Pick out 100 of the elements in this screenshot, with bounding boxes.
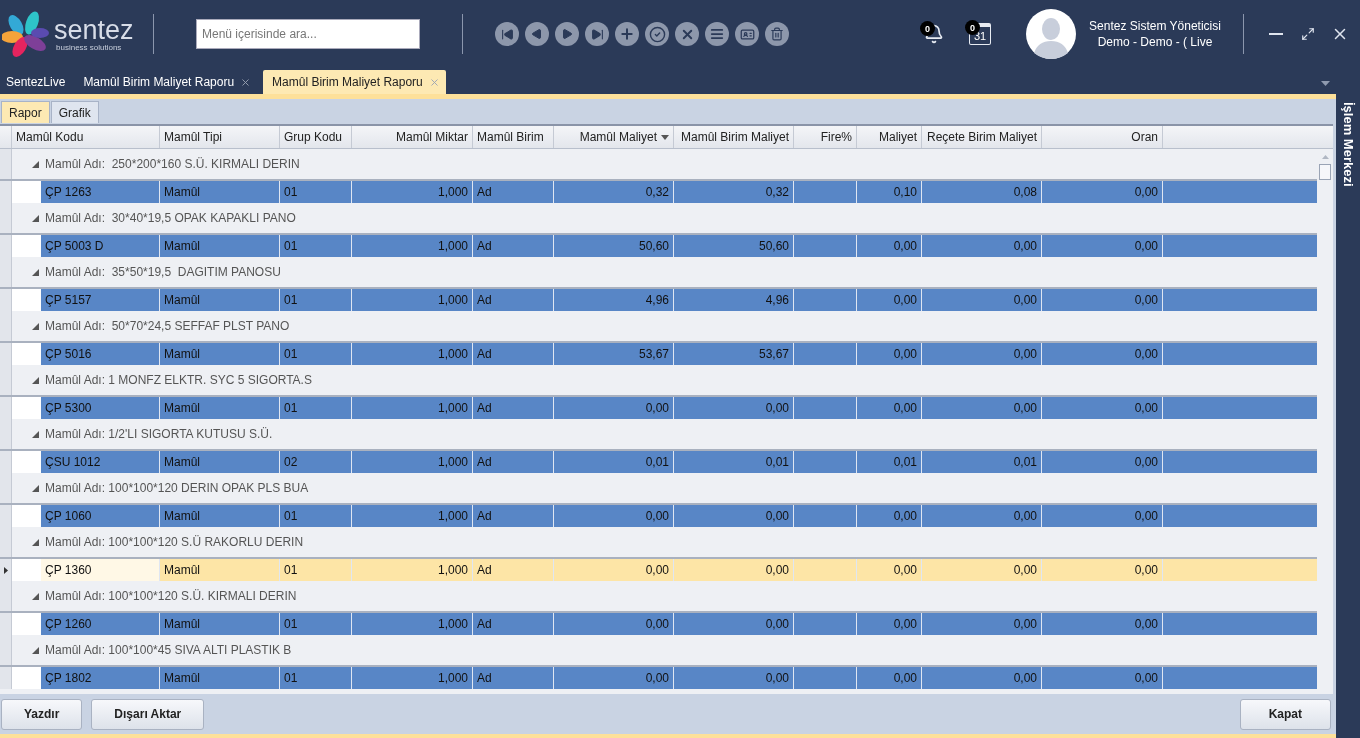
table-cell: ÇP 1260 xyxy=(41,613,160,635)
skip-forward-icon xyxy=(590,27,604,41)
collapse-icon[interactable] xyxy=(32,592,39,600)
table-cell: 50,60 xyxy=(674,235,794,257)
logo-tagline: business solutions xyxy=(56,42,123,52)
table-cell: 1,000 xyxy=(352,343,473,365)
table-cell: Ad xyxy=(473,667,554,689)
group-label: Mamûl Adı: 1/2'LI SIGORTA KUTUSU S.Ü. xyxy=(45,427,273,441)
row-indent xyxy=(12,451,41,473)
table-cell: 1,000 xyxy=(352,235,473,257)
view-tab[interactable]: Grafik xyxy=(50,101,99,123)
document-tab[interactable]: Mamûl Birim Maliyet Raporu xyxy=(77,70,258,94)
table-cell: 0,00 xyxy=(922,235,1042,257)
table-cell: Mamûl xyxy=(160,559,280,581)
column-header[interactable]: Mamûl Miktar xyxy=(352,126,473,148)
avatar-icon[interactable] xyxy=(1026,9,1076,59)
table-cell: 02 xyxy=(280,451,352,473)
table-cell: 0,00 xyxy=(857,667,922,689)
table-cell: 0,00 xyxy=(554,613,674,635)
column-header[interactable]: Mamûl Kodu xyxy=(12,126,160,148)
table-cell: 0,00 xyxy=(922,343,1042,365)
table-cell: 0,00 xyxy=(1042,181,1163,203)
collapse-icon[interactable] xyxy=(32,376,39,384)
column-header[interactable]: Mamûl Birim xyxy=(473,126,554,148)
search-field[interactable]: Menü içerisinde ara... xyxy=(196,19,420,49)
dropdown-icon[interactable] xyxy=(1321,81,1330,86)
collapse-icon[interactable] xyxy=(32,214,39,222)
table-cell: 0,00 xyxy=(554,559,674,581)
user-name: Sentez Sistem Yöneticisi xyxy=(1089,19,1221,33)
collapse-icon[interactable] xyxy=(32,538,39,546)
column-header[interactable]: Mamûl Maliyet xyxy=(554,126,674,148)
collapse-icon[interactable] xyxy=(32,430,39,438)
table-cell: 0,00 xyxy=(857,235,922,257)
play-icon xyxy=(561,28,573,40)
table-cell: Ad xyxy=(473,343,554,365)
table-cell: ÇP 5003 D xyxy=(41,235,160,257)
maximize-icon xyxy=(1301,27,1315,41)
view-tab[interactable]: Rapor xyxy=(1,101,50,123)
table-cell: 1,000 xyxy=(352,613,473,635)
side-panel-title[interactable]: İşlem Merkezi xyxy=(1340,102,1356,738)
collapse-icon[interactable] xyxy=(32,484,39,492)
row-indent xyxy=(12,559,41,581)
table-cell: 0,32 xyxy=(554,181,674,203)
table-cell: 0,00 xyxy=(1042,289,1163,311)
table-cell: 0,00 xyxy=(554,505,674,527)
play-back-icon xyxy=(531,28,543,40)
column-header[interactable]: Fire% xyxy=(794,126,857,148)
table-cell: 53,67 xyxy=(674,343,794,365)
collapse-icon[interactable] xyxy=(32,268,39,276)
table-cell: ÇP 1802 xyxy=(41,667,160,689)
group-label: Mamûl Adı: 30*40*19,5 OPAK KAPAKLI PANO xyxy=(45,211,296,225)
group-label: Mamûl Adı: 100*100*120 S.Ü. KIRMALI DERIN xyxy=(45,589,297,603)
footer-button[interactable]: Dışarı Aktar xyxy=(91,698,205,730)
table-cell: 0,32 xyxy=(674,181,794,203)
group-label: Mamûl Adı: 100*100*120 S.Ü RAKORLU DERIN xyxy=(45,535,304,549)
column-header[interactable]: Mamûl Birim Maliyet xyxy=(674,126,794,148)
column-header[interactable]: Oran xyxy=(1042,126,1163,148)
table-cell: 0,00 xyxy=(554,397,674,419)
close-report-button[interactable]: Kapat xyxy=(1239,698,1331,730)
table-cell: 0,00 xyxy=(674,397,794,419)
collapse-icon[interactable] xyxy=(32,160,39,168)
table-cell: 0,01 xyxy=(922,451,1042,473)
table-cell: 0,00 xyxy=(554,667,674,689)
column-header[interactable]: Reçete Birim Maliyet xyxy=(922,126,1042,148)
table-cell: 0,00 xyxy=(922,613,1042,635)
footer-button[interactable]: Yazdır xyxy=(1,698,83,730)
table-cell: 0,00 xyxy=(674,505,794,527)
collapse-icon[interactable] xyxy=(32,322,39,330)
table-cell: 0,00 xyxy=(857,613,922,635)
row-indent xyxy=(12,667,41,689)
close-icon[interactable] xyxy=(240,76,252,88)
table-cell: Ad xyxy=(473,559,554,581)
table-cell: 0,01 xyxy=(857,451,922,473)
row-indent xyxy=(12,181,41,203)
collapse-icon[interactable] xyxy=(32,646,39,654)
table-cell: 01 xyxy=(280,343,352,365)
notifications-button[interactable]: 0 xyxy=(924,24,944,44)
table-cell: 0,00 xyxy=(922,559,1042,581)
table-cell: 01 xyxy=(280,397,352,419)
table-cell: Mamûl xyxy=(160,235,280,257)
group-label: Mamûl Adı: 250*200*160 S.Ü. KIRMALI DERIN xyxy=(45,157,300,171)
table-cell: Mamûl xyxy=(160,451,280,473)
column-header[interactable]: Maliyet xyxy=(857,126,922,148)
table-cell: 01 xyxy=(280,235,352,257)
check-circle-icon xyxy=(648,25,666,43)
column-header[interactable]: Grup Kodu xyxy=(280,126,352,148)
table-cell: 0,00 xyxy=(1042,451,1163,473)
table-cell: 0,00 xyxy=(857,343,922,365)
table-cell: 1,000 xyxy=(352,397,473,419)
row-indicator[interactable] xyxy=(0,559,12,581)
row-indent xyxy=(12,505,41,527)
table-cell: 1,000 xyxy=(352,181,473,203)
table-cell: Mamûl xyxy=(160,505,280,527)
table-cell: 01 xyxy=(280,505,352,527)
minimize-icon xyxy=(1269,33,1283,35)
table-cell: Mamûl xyxy=(160,343,280,365)
document-tab[interactable]: Mamûl Birim Maliyet Raporu xyxy=(263,70,446,94)
scroll-thumb[interactable] xyxy=(1319,164,1331,180)
document-tab[interactable]: SentezLive xyxy=(0,70,72,94)
column-header[interactable]: Mamûl Tipi xyxy=(160,126,280,148)
